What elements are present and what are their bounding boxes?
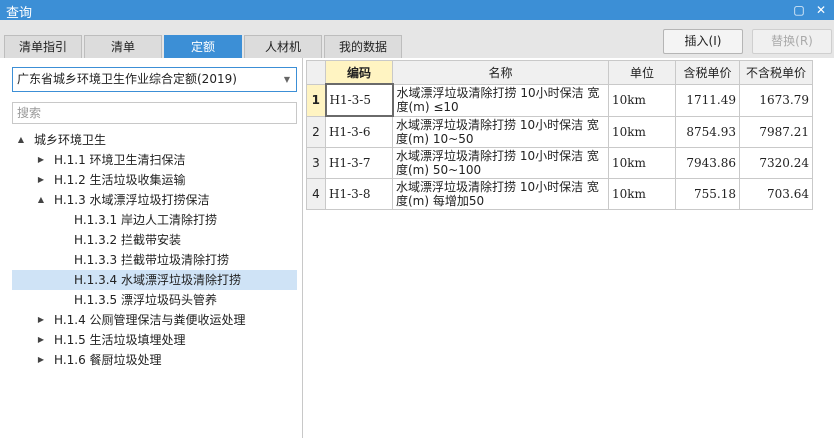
expand-icon[interactable]: ▶ [36, 310, 46, 330]
title-bar: 查询 ▢ ✕ [0, 0, 834, 21]
toolbar: 清单指引 清单 定额 人材机 我的数据 插入(I) 替换(R) [0, 20, 834, 58]
table-row[interactable]: 2 H1-3-6 水域漂浮垃圾清除打捞 10小时保洁 宽度(m) 10~50 1… [306, 115, 813, 148]
collapse-icon[interactable]: ▲ [36, 190, 46, 210]
tree-item-label: H.1.6 餐厨垃圾处理 [54, 353, 162, 367]
cell-unit[interactable]: 10km [608, 147, 676, 179]
cell-price-tax[interactable]: 1711.49 [675, 83, 740, 117]
header-price-notax[interactable]: 不含税单价 [739, 60, 813, 85]
cell-price-notax[interactable]: 1673.79 [739, 83, 813, 117]
tree-item[interactable]: ▶ H.1.4 公厕管理保洁与粪便收运处理 [12, 310, 297, 330]
tab-labor-material[interactable]: 人材机 [244, 35, 322, 58]
tree-item[interactable]: ▲ H.1.3 水域漂浮垃圾打捞保洁 [12, 190, 297, 210]
row-number: 2 [306, 115, 326, 148]
replace-button[interactable]: 替换(R) [752, 29, 832, 54]
tree-item-label: H.1.3.2 拦截带安装 [74, 233, 181, 247]
search-input[interactable] [12, 102, 297, 124]
tree-item-selected[interactable]: H.1.3.4 水域漂浮垃圾清除打捞 [12, 270, 297, 290]
table-header-row: 编码 名称 单位 含税单价 不含税单价 [306, 60, 813, 85]
left-panel: 广东省城乡环境卫生作业综合定额(2019) ▼ ▲ 城乡环境卫生 ▶ H.1.1… [0, 58, 303, 438]
expand-icon[interactable]: ▶ [36, 150, 46, 170]
cell-code[interactable]: H1-3-6 [325, 115, 393, 148]
cell-name[interactable]: 水域漂浮垃圾清除打捞 10小时保洁 宽度(m) 每增加50 [392, 178, 609, 210]
close-icon[interactable]: ✕ [812, 1, 830, 19]
tree-item-label: H.1.1 环境卫生清扫保洁 [54, 153, 186, 167]
tab-my-data[interactable]: 我的数据 [324, 35, 402, 58]
cell-price-tax[interactable]: 755.18 [675, 178, 740, 210]
tree-item[interactable]: ▲ 城乡环境卫生 [12, 130, 297, 150]
window-title: 查询 [6, 6, 33, 21]
header-name[interactable]: 名称 [392, 60, 609, 85]
cell-price-notax[interactable]: 7320.24 [739, 147, 813, 179]
tree-item[interactable]: ▶ H.1.1 环境卫生清扫保洁 [12, 150, 297, 170]
cell-name[interactable]: 水域漂浮垃圾清除打捞 10小时保洁 宽度(m) ≤10 [392, 83, 609, 117]
header-unit[interactable]: 单位 [608, 60, 676, 85]
row-number: 4 [306, 178, 326, 210]
table-row[interactable]: 4 H1-3-8 水域漂浮垃圾清除打捞 10小时保洁 宽度(m) 每增加50 1… [306, 178, 813, 210]
expand-icon[interactable]: ▶ [36, 350, 46, 370]
cell-unit[interactable]: 10km [608, 115, 676, 148]
expand-icon[interactable]: ▶ [36, 170, 46, 190]
tree-item[interactable]: ▶ H.1.6 餐厨垃圾处理 [12, 350, 297, 370]
tree-item[interactable]: ▶ H.1.5 生活垃圾填埋处理 [12, 330, 297, 350]
cell-unit[interactable]: 10km [608, 178, 676, 210]
tree-item-label: H.1.3.3 拦截带垃圾清除打捞 [74, 253, 229, 267]
right-panel: 编码 名称 单位 含税单价 不含税单价 1 H1-3-5 水域漂浮垃圾清除打捞 … [303, 58, 834, 438]
cell-price-tax[interactable]: 8754.93 [675, 115, 740, 148]
quota-table: 编码 名称 单位 含税单价 不含税单价 1 H1-3-5 水域漂浮垃圾清除打捞 … [306, 60, 813, 210]
table-row[interactable]: 3 H1-3-7 水域漂浮垃圾清除打捞 10小时保洁 宽度(m) 50~100 … [306, 147, 813, 179]
dropdown-value: 广东省城乡环境卫生作业综合定额(2019) [17, 72, 237, 86]
tree-item[interactable]: ▶ H.1.2 生活垃圾收集运输 [12, 170, 297, 190]
expand-icon[interactable]: ▶ [36, 330, 46, 350]
row-number: 3 [306, 147, 326, 179]
tree-item-label: 城乡环境卫生 [34, 133, 107, 147]
cell-code[interactable]: H1-3-5 [324, 83, 394, 117]
tab-quota[interactable]: 定额 [164, 35, 242, 58]
tree-item[interactable]: H.1.3.1 岸边人工清除打捞 [12, 210, 297, 230]
tree-item[interactable]: H.1.3.3 拦截带垃圾清除打捞 [12, 250, 297, 270]
tree-item-label: H.1.5 生活垃圾填埋处理 [54, 333, 186, 347]
tree-item-label: H.1.3 水域漂浮垃圾打捞保洁 [54, 193, 210, 207]
tree-item-label: H.1.2 生活垃圾收集运输 [54, 173, 186, 187]
header-price-tax[interactable]: 含税单价 [675, 60, 740, 85]
cell-price-tax[interactable]: 7943.86 [675, 147, 740, 179]
collapse-icon[interactable]: ▲ [16, 130, 26, 150]
header-rownum [306, 60, 326, 85]
maximize-icon[interactable]: ▢ [790, 1, 808, 19]
tree-item-label: H.1.3.5 漂浮垃圾码头管养 [74, 293, 217, 307]
cell-name[interactable]: 水域漂浮垃圾清除打捞 10小时保洁 宽度(m) 50~100 [392, 147, 609, 179]
cell-unit[interactable]: 10km [608, 83, 676, 117]
header-code[interactable]: 编码 [325, 60, 393, 85]
cell-price-notax[interactable]: 7987.21 [739, 115, 813, 148]
table-row[interactable]: 1 H1-3-5 水域漂浮垃圾清除打捞 10小时保洁 宽度(m) ≤10 10k… [306, 83, 813, 117]
tree-item[interactable]: H.1.3.5 漂浮垃圾码头管养 [12, 290, 297, 310]
tree-item-label: H.1.3.4 水域漂浮垃圾清除打捞 [74, 273, 241, 287]
tree-item-label: H.1.3.1 岸边人工清除打捞 [74, 213, 217, 227]
quota-library-dropdown[interactable]: 广东省城乡环境卫生作业综合定额(2019) ▼ [12, 67, 297, 92]
tree-item[interactable]: H.1.3.2 拦截带安装 [12, 230, 297, 250]
cell-name[interactable]: 水域漂浮垃圾清除打捞 10小时保洁 宽度(m) 10~50 [392, 115, 609, 148]
cell-price-notax[interactable]: 703.64 [739, 178, 813, 210]
chevron-down-icon: ▼ [283, 75, 290, 84]
tab-list[interactable]: 清单 [84, 35, 162, 58]
cell-code[interactable]: H1-3-7 [325, 147, 393, 179]
cell-code[interactable]: H1-3-8 [325, 178, 393, 210]
tree-item-label: H.1.4 公厕管理保洁与粪便收运处理 [54, 313, 246, 327]
tab-list-guide[interactable]: 清单指引 [4, 35, 82, 58]
insert-button[interactable]: 插入(I) [663, 29, 743, 54]
row-number: 1 [306, 83, 326, 117]
